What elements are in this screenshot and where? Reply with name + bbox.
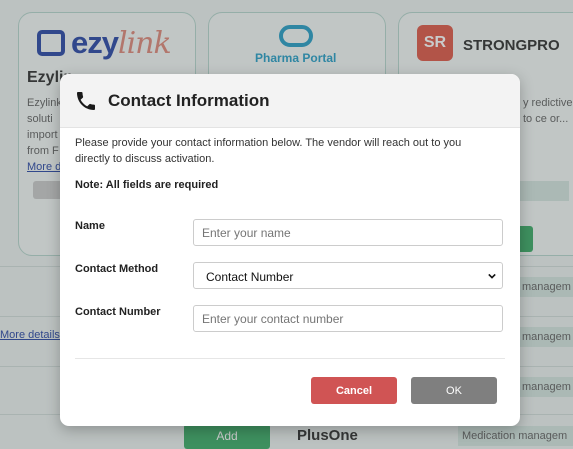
- contact-number-label: Contact Number: [75, 306, 161, 318]
- dialog-header: Contact Information: [60, 74, 520, 128]
- contact-method-select[interactable]: Contact Number: [193, 262, 503, 289]
- dialog-divider: [75, 358, 505, 359]
- cancel-button[interactable]: Cancel: [311, 377, 397, 404]
- ok-button[interactable]: OK: [411, 377, 497, 404]
- contact-number-input[interactable]: [193, 305, 503, 332]
- chevron-down-icon: [488, 273, 496, 279]
- contact-method-value: Contact Number: [206, 270, 294, 284]
- required-note: Note: All fields are required: [75, 179, 219, 191]
- name-input[interactable]: [193, 219, 503, 246]
- contact-method-label: Contact Method: [75, 263, 159, 275]
- phone-icon: [77, 92, 95, 110]
- name-label: Name: [75, 220, 105, 232]
- dialog-title: Contact Information: [108, 91, 270, 110]
- contact-information-dialog: Contact Information Please provide your …: [60, 74, 520, 426]
- dialog-intro-text: Please provide your contact information …: [75, 137, 462, 165]
